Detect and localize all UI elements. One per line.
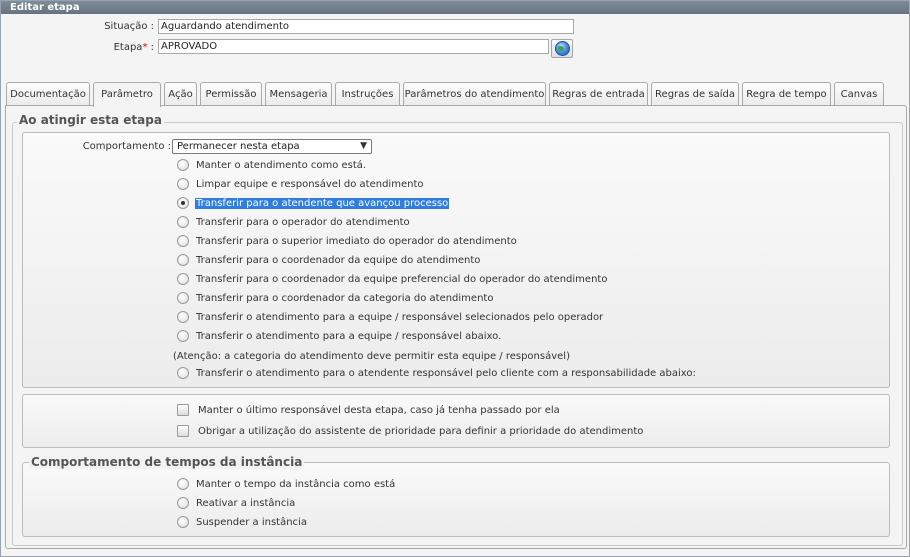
etapa-label: Etapa* : [61, 42, 154, 53]
radio-button[interactable] [177, 235, 189, 247]
window-title: Editar etapa [1, 1, 909, 14]
section-legend: Ao atingir esta etapa [17, 113, 164, 127]
tab-permissao[interactable]: Permissão [200, 82, 262, 106]
radio-button[interactable] [177, 178, 189, 190]
etapa-label-colon: : [147, 42, 154, 53]
radio-button[interactable] [177, 311, 189, 323]
checkbox-label: Obrigar a utilização do assistente de pr… [198, 426, 644, 437]
tab-canvas[interactable]: Canvas [834, 82, 884, 106]
radio-button[interactable] [177, 254, 189, 266]
radio-button[interactable] [177, 367, 189, 379]
globe-icon [555, 41, 570, 56]
tab-mensageria[interactable]: Mensageria [265, 82, 332, 106]
option-label: Transferir para o coordenador da equipe … [196, 274, 608, 285]
situacao-label: Situação : [104, 21, 154, 32]
time-behavior-group [22, 462, 890, 537]
tab-parametros-atendimento[interactable]: Parâmetros do atendimento [403, 82, 546, 106]
tab-acao[interactable]: Ação [164, 82, 197, 106]
option-label: Transferir para o coordenador da equipe … [196, 255, 481, 266]
option-label: Transferir o atendimento para a equipe /… [196, 331, 502, 342]
radio-button[interactable] [177, 330, 189, 342]
option-label: Limpar equipe e responsável do atendimen… [196, 179, 424, 190]
checkbox-group [22, 394, 890, 448]
tab-documentacao[interactable]: Documentação [6, 82, 90, 106]
checkbox[interactable] [177, 404, 189, 416]
etapa-field[interactable] [158, 39, 549, 54]
attention-note: (Atenção: a categoria do atendimento dev… [173, 351, 570, 362]
behavior-label: Comportamento : [82, 141, 171, 152]
behavior-select-value: Permanecer nesta etapa [177, 141, 300, 152]
checkbox[interactable] [177, 425, 189, 437]
behavior-select[interactable]: Permanecer nesta etapa ▼ [172, 139, 372, 154]
option-label: Manter o tempo da instância como está [196, 479, 396, 490]
radio-button[interactable] [177, 516, 189, 528]
option-label: Transferir o atendimento para o atendent… [196, 368, 696, 379]
option-label: Transferir para o superior imediato do o… [196, 236, 517, 247]
option-label: Transferir para o coordenador da categor… [196, 293, 494, 304]
radio-button-checked[interactable] [177, 197, 189, 209]
radio-button[interactable] [177, 292, 189, 304]
radio-button[interactable] [177, 216, 189, 228]
tab-regras-entrada[interactable]: Regras de entrada [549, 82, 648, 106]
option-label: Manter o atendimento como está. [196, 160, 367, 171]
tab-parametro[interactable]: Parâmetro [93, 82, 161, 107]
radio-button[interactable] [177, 159, 189, 171]
time-section-legend: Comportamento de tempos da instância [29, 455, 305, 469]
option-label: Transferir para o operador do atendiment… [196, 217, 410, 228]
tab-regras-saida[interactable]: Regras de saída [651, 82, 739, 106]
radio-button[interactable] [177, 273, 189, 285]
option-label-selected: Transferir para o atendente que avançou … [195, 198, 450, 209]
checkbox-label: Manter o último responsável desta etapa,… [198, 405, 560, 416]
radio-button[interactable] [177, 478, 189, 490]
dropdown-arrow-icon: ▼ [360, 141, 367, 151]
globe-button[interactable] [551, 39, 573, 58]
edit-stage-window: Editar etapa Situação : Etapa* : Documen… [0, 0, 910, 557]
tab-instrucoes[interactable]: Instruções [335, 82, 400, 106]
radio-button[interactable] [177, 497, 189, 509]
option-label: Suspender a instância [196, 517, 307, 528]
option-label: Transferir o atendimento para a equipe /… [196, 312, 604, 323]
etapa-label-text: Etapa [113, 42, 143, 53]
situacao-field[interactable] [158, 19, 574, 34]
option-label: Reativar a instância [196, 498, 296, 509]
tab-regra-tempo[interactable]: Regra de tempo [742, 82, 831, 106]
